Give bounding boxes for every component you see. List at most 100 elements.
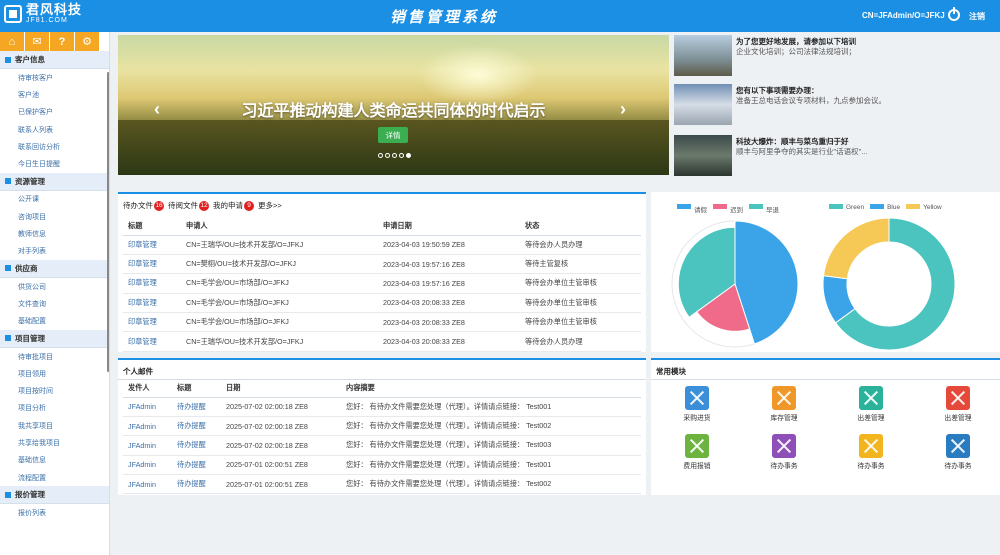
power-icon[interactable] [948,7,960,21]
divider [651,379,1000,380]
sidebar-item[interactable]: 公开课 [0,191,109,208]
carousel-prev-icon[interactable]: ‹ [154,99,160,120]
module-icon [685,434,709,458]
module-shortcut[interactable]: 待办事务 [928,434,988,470]
module-shortcut[interactable]: 库存管理 [754,386,814,422]
news-item[interactable]: 您有以下事项需要办理： 准备王总电话会议专项材料，九点参加会议。 [672,84,1000,126]
table-row[interactable]: 印章管理 CN=毛学会/OU=市场部/O=JFKJ 2023-04-03 20:08… [123,293,641,314]
table-cell[interactable]: 印章管理 [123,293,181,314]
logo[interactable]: 君风科技 JF81.COM [4,3,82,24]
sidebar-section-label: 报价管理 [15,490,45,500]
table-cell[interactable]: 待办提醒 [172,455,221,476]
tab-pending-docs[interactable]: 待办文件 16 [123,200,164,211]
help-icon[interactable]: ? [50,32,75,51]
sidebar-item[interactable]: 对手列表 [0,243,109,260]
sidebar-item[interactable]: 今日生日提醒 [0,155,109,172]
table-row[interactable]: JFAdmin 待办提醒 2025-07-02 02:00:18 ZE8 您好： 有待… [123,416,641,437]
table-row[interactable]: 印章管理 CN=王瑞华/OU=技术开发部/O=JFKJ 2023-04-03 19:… [123,235,641,255]
carousel-dot[interactable] [385,153,390,158]
sidebar-item[interactable]: 供货公司 [0,278,109,295]
sidebar-scrollbar[interactable] [107,72,109,372]
news-item[interactable]: 科技大爆炸：顺丰与菜鸟重归于好 顺丰与阿里争夺的其实是行业"话语权"... [672,135,1000,177]
module-label: 待办事务 [770,463,798,470]
sidebar-item[interactable]: 文件查询 [0,295,109,312]
sidebar-item[interactable]: 咨询项目 [0,208,109,225]
module-shortcut[interactable]: 出差管理 [928,386,988,422]
table-cell[interactable]: 印章管理 [123,254,181,275]
sidebar-item[interactable]: 联系人列表 [0,121,109,138]
sidebar-section-header[interactable]: 供应商 [0,259,109,278]
gear-icon[interactable]: ⚙ [75,32,100,51]
carousel-next-icon[interactable]: › [620,99,626,120]
table-cell[interactable]: JFAdmin [123,455,172,476]
table-cell[interactable]: 待办提醒 [172,416,221,437]
sidebar-item[interactable]: 项目按时间 [0,382,109,399]
sidebar-item[interactable]: 项目分析 [0,400,109,417]
table-cell[interactable]: 待办提醒 [172,474,221,495]
sidebar-item[interactable]: 已保护客户 [0,104,109,121]
carousel-dot-active[interactable] [406,153,411,158]
carousel-detail-button[interactable]: 详情 [378,127,408,143]
more-link[interactable]: 更多>> [258,200,282,211]
logout-link[interactable]: 注销 [969,11,985,22]
carousel-dot[interactable] [392,153,397,158]
sidebar-item[interactable]: 流程配置 [0,469,109,486]
table-row[interactable]: JFAdmin 待办提醒 2025-07-02 02:00:18 ZE8 您好： 有待… [123,435,641,456]
carousel-dot[interactable] [399,153,404,158]
sidebar-section-header[interactable]: 客户信息 [0,51,109,69]
sidebar-item[interactable]: 教师信息 [0,225,109,242]
sidebar-item[interactable]: 项目领用 [0,365,109,382]
logo-name: 君风科技 [26,2,83,17]
sidebar-item[interactable]: 待审核客户 [0,69,109,86]
table-cell[interactable]: JFAdmin [123,435,172,456]
sidebar-item[interactable]: 待审批项目 [0,348,109,365]
column-header: 申请日期 [378,218,520,236]
carousel-dot[interactable] [378,153,383,158]
tab-my-requests[interactable]: 我的申请 9 [213,200,254,211]
sidebar-item[interactable]: 基础配置 [0,313,109,330]
sidebar-item[interactable]: 报价列表 [0,504,109,521]
table-row[interactable]: 印章管理 CN=王瑞华/OU=技术开发部/O=JFKJ 2023-04-03 20:… [123,331,641,352]
table-cell[interactable]: 待办提醒 [172,397,221,417]
sidebar-section-header[interactable]: 项目管理 [0,329,109,348]
table-cell[interactable]: 印章管理 [123,331,181,352]
table-cell[interactable]: 印章管理 [123,273,181,294]
sidebar-item[interactable]: 共享给我项目 [0,434,109,451]
sidebar-item[interactable]: 基础信息 [0,452,109,469]
pie-slice[interactable] [822,217,890,280]
table-row[interactable]: JFAdmin 待办提醒 2025-07-02 02:00:18 ZE8 您好： 有待… [123,397,641,417]
table-row[interactable]: 印章管理 CN=樊栩/OU=技术开发部/O=JFKJ 2023-04-03 19:5… [123,254,641,275]
table-cell[interactable]: 待办提醒 [172,435,221,456]
table-cell[interactable]: 印章管理 [123,312,181,333]
table-row[interactable]: JFAdmin 待办提醒 2025-07-01 02:00:51 ZE8 您好： 有待… [123,455,641,476]
module-shortcut[interactable]: 采购进货 [667,386,727,422]
table-row[interactable]: 印章管理 CN=毛学会/OU=市场部/O=JFKJ 2023-04-03 20:08… [123,312,641,333]
table-cell[interactable]: JFAdmin [123,416,172,437]
module-shortcut[interactable]: 出差管理 [841,386,901,422]
sidebar-item[interactable]: 客户池 [0,86,109,103]
table-row[interactable]: JFAdmin 待办提醒 2025-07-01 02:00:51 ZE8 您好： 有待… [123,474,641,495]
tab-to-read[interactable]: 待阅文件 12 [168,200,209,211]
carousel-title: 习近平推动构建人类命运共同体的时代启示 [241,103,546,120]
table-cell: 2025-07-02 02:00:18 ZE8 [221,416,341,437]
table-cell: CN=王瑞华/OU=技术开发部/O=JFKJ [181,235,378,255]
documents-table: 标题 申请人 申请日期 状态 印章管理 CN=王瑞华/OU=技术开发部/O=JFK… [123,218,641,352]
sidebar-item[interactable]: 联系回访分析 [0,138,109,155]
home-icon[interactable]: ⌂ [0,32,25,51]
news-item[interactable]: 为了您更好地发展，请参加以下培训 企业文化培训；公司法律法规培训； [672,35,1000,77]
sidebar-item[interactable]: 我共享项目 [0,417,109,434]
table-cell[interactable]: 印章管理 [123,235,181,255]
table-cell[interactable]: JFAdmin [123,474,172,495]
module-shortcut[interactable]: 待办事务 [841,434,901,470]
mail-icon[interactable]: ✉ [25,32,50,51]
table-cell[interactable]: JFAdmin [123,397,172,417]
pie-charts [671,217,956,351]
module-shortcut[interactable]: 费用报销 [667,434,727,470]
table-cell: 2023-04-03 19:57:16 ZE8 [378,254,520,275]
module-shortcut[interactable]: 待办事务 [754,434,814,470]
sidebar-section-header[interactable]: 报价管理 [0,486,109,505]
count-badge: 12 [199,200,209,211]
column-header: 内容摘要 [341,380,641,398]
sidebar-section-header[interactable]: 资源管理 [0,172,109,191]
table-row[interactable]: 印章管理 CN=毛学会/OU=市场部/O=JFKJ 2023-04-03 19:57… [123,273,641,294]
